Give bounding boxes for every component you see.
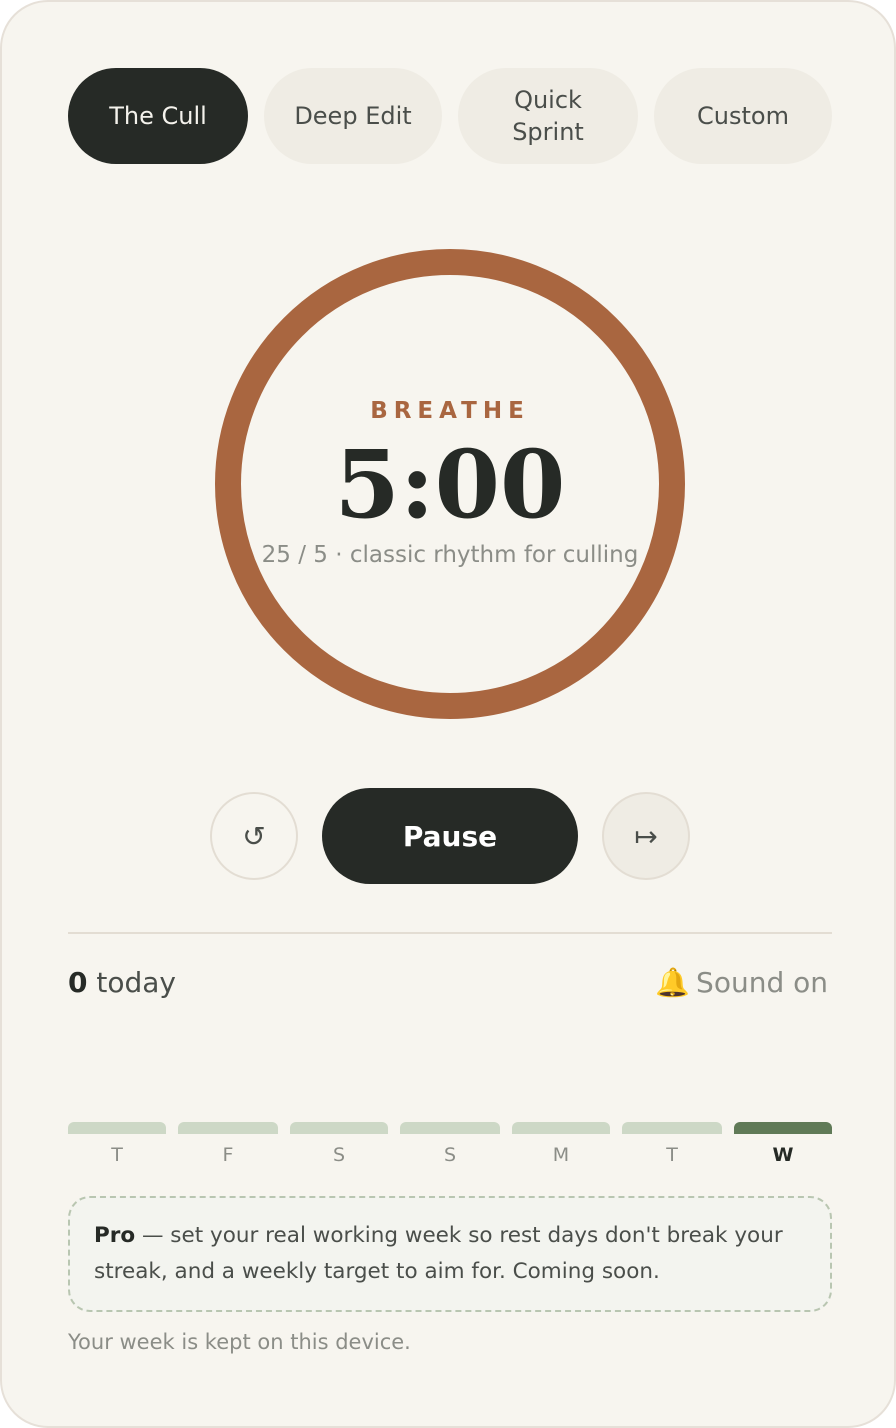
mode-custom-button[interactable]: Custom [654, 68, 832, 164]
week-bar [68, 1122, 166, 1134]
mode-quick-sprint-button[interactable]: Quick Sprint [458, 68, 638, 164]
sound-toggle[interactable]: 🔔 Sound on [655, 966, 828, 999]
timer-card: The Cull Deep Edit Quick Sprint Custom B… [0, 0, 896, 1428]
mode-selector: The Cull Deep Edit Quick Sprint Custom [68, 68, 832, 164]
pro-note: Pro — set your real working week so rest… [68, 1196, 832, 1312]
storage-note: Your week is kept on this device. [68, 1330, 411, 1354]
week-day-label: W [772, 1144, 794, 1166]
sound-label: Sound on [696, 966, 828, 999]
today-counter: 0 today [68, 966, 176, 999]
week-bar [622, 1122, 722, 1134]
today-count: 0 [68, 966, 88, 999]
week-bar [290, 1122, 388, 1134]
today-label: today [96, 966, 177, 999]
week-bar [400, 1122, 500, 1134]
pro-text: — set your real working week so rest day… [94, 1223, 783, 1284]
week-day-label: M [552, 1144, 570, 1166]
week-day-label: T [111, 1144, 123, 1166]
week-bar [734, 1122, 832, 1134]
skip-icon: ↦ [634, 819, 658, 853]
mode-the-cull-button[interactable]: The Cull [68, 68, 248, 164]
timer-display: 5:00 [334, 430, 566, 540]
skip-button[interactable]: ↦ [602, 792, 690, 880]
week-day-label: T [666, 1144, 678, 1166]
mode-deep-edit-button[interactable]: Deep Edit [264, 68, 442, 164]
week-day-label: S [332, 1144, 346, 1166]
reset-button[interactable]: ↺ [210, 792, 298, 880]
bell-icon: 🔔 [655, 966, 691, 999]
week-bar [512, 1122, 610, 1134]
mode-description: 25 / 5 · classic rhythm for culling [261, 542, 639, 568]
week-day-label: S [443, 1144, 457, 1166]
phase-label: BREATHE [370, 398, 530, 424]
pro-tag: Pro [94, 1223, 136, 1248]
pause-button[interactable]: Pause [322, 788, 578, 884]
week-day-label: F [222, 1144, 234, 1166]
week-bar [178, 1122, 278, 1134]
reset-icon: ↺ [242, 819, 266, 853]
divider [68, 932, 832, 934]
